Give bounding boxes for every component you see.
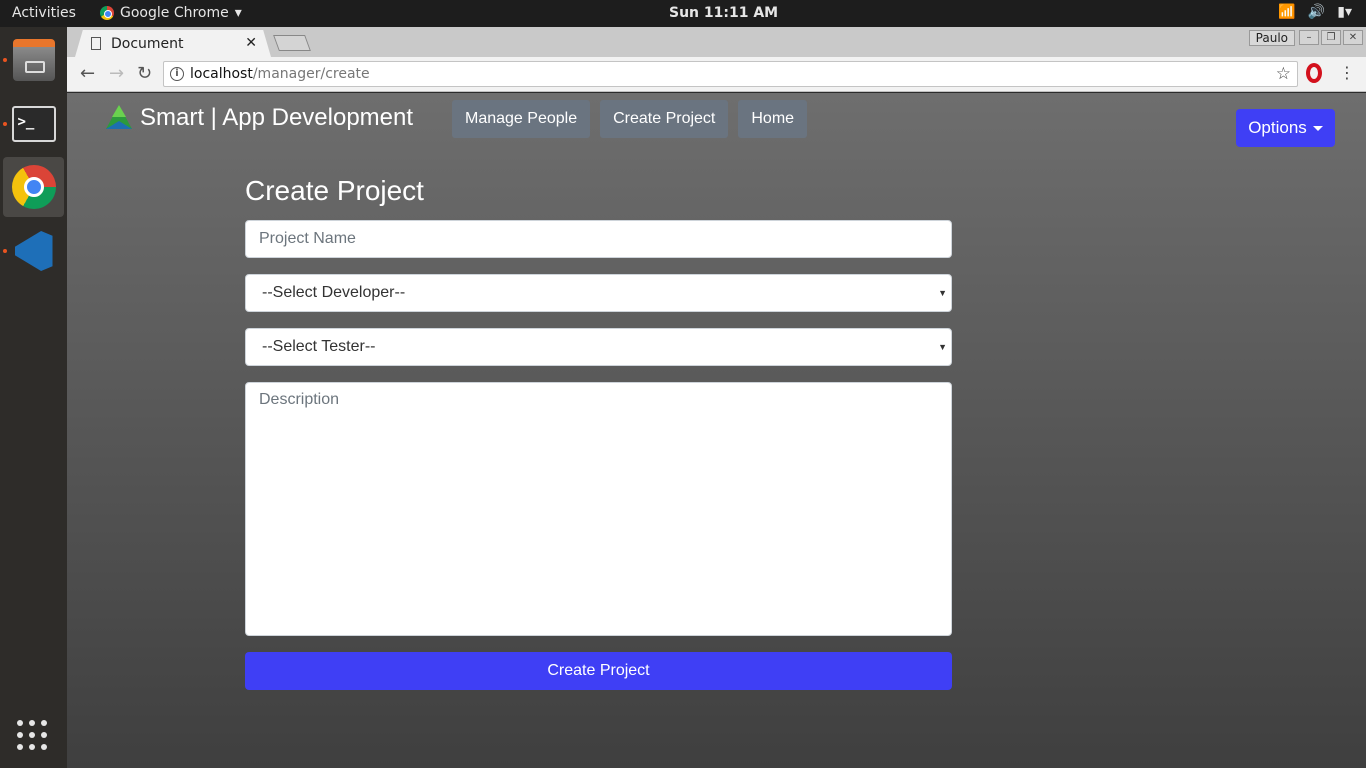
chevron-down-icon: ▾ bbox=[234, 5, 242, 21]
restore-icon[interactable]: ❐ bbox=[1321, 30, 1341, 45]
create-project-button-label: Create Project bbox=[547, 662, 650, 679]
page-icon bbox=[91, 37, 101, 50]
clock[interactable]: Sun 11:11 AM bbox=[669, 5, 778, 21]
tab-title: Document bbox=[111, 35, 184, 52]
nav-create-project[interactable]: Create Project bbox=[600, 100, 729, 138]
developer-select[interactable]: --Select Developer-- ▼ bbox=[245, 274, 952, 312]
address-bar[interactable]: i localhost/manager/create ☆ bbox=[163, 61, 1298, 87]
developer-select-value: --Select Developer-- bbox=[262, 284, 406, 301]
caret-down-icon bbox=[1312, 125, 1323, 131]
system-top-bar: Activities Google Chrome ▾ Sun 11:11 AM … bbox=[0, 0, 1366, 27]
new-tab-button[interactable] bbox=[273, 35, 311, 51]
url-path: /manager/create bbox=[252, 66, 370, 82]
menu-kebab-icon[interactable]: ⋮ bbox=[1339, 63, 1355, 82]
dock-files[interactable] bbox=[3, 30, 64, 90]
battery-icon: ▮▾ bbox=[1337, 4, 1352, 20]
brand-title: Smart | App Development bbox=[140, 104, 414, 131]
reload-icon[interactable]: ↻ bbox=[137, 63, 152, 84]
activities-button[interactable]: Activities bbox=[12, 5, 76, 21]
browser-toolbar: ← → ↻ i localhost/manager/create ☆ ⋮ bbox=[67, 57, 1366, 92]
create-project-form: Create Project Project Name --Select Dev… bbox=[245, 175, 952, 690]
browser-window: Document ✕ Paulo – ❐ ✕ ← → ↻ i localhost… bbox=[67, 27, 1366, 768]
tab-document[interactable]: Document ✕ bbox=[75, 30, 271, 57]
system-tray[interactable]: 📶 🔊 ▮▾ bbox=[1278, 4, 1352, 20]
web-page: Smart | App Development Manage People Cr… bbox=[67, 93, 1366, 768]
forward-icon[interactable]: → bbox=[109, 63, 124, 84]
files-icon bbox=[12, 39, 55, 81]
tester-select[interactable]: --Select Tester-- ▼ bbox=[245, 328, 952, 366]
minimize-icon[interactable]: – bbox=[1299, 30, 1319, 45]
project-name-placeholder: Project Name bbox=[259, 230, 356, 247]
app-menu-label: Google Chrome bbox=[120, 5, 229, 21]
main-nav: Manage People Create Project Home bbox=[452, 100, 808, 138]
select-arrow-icon: ▼ bbox=[938, 342, 947, 352]
app-menu[interactable]: Google Chrome ▾ bbox=[100, 5, 242, 21]
options-label: Options bbox=[1248, 118, 1307, 137]
select-arrow-icon: ▼ bbox=[938, 288, 947, 298]
close-icon[interactable]: ✕ bbox=[245, 35, 257, 51]
wifi-icon: 📶 bbox=[1278, 4, 1296, 20]
navbar-brand[interactable]: Smart | App Development bbox=[104, 103, 413, 133]
dock-vscode[interactable] bbox=[3, 221, 64, 281]
terminal-icon: >_ bbox=[11, 106, 56, 142]
options-dropdown-button[interactable]: Options bbox=[1236, 109, 1335, 147]
volume-icon: 🔊 bbox=[1307, 4, 1326, 20]
info-icon[interactable]: i bbox=[170, 67, 184, 81]
nav-manage-people[interactable]: Manage People bbox=[452, 100, 591, 138]
nav-home[interactable]: Home bbox=[738, 100, 808, 138]
dock-terminal[interactable]: >_ bbox=[3, 94, 64, 154]
create-project-button[interactable]: Create Project bbox=[245, 652, 952, 690]
dock-chrome[interactable] bbox=[3, 157, 64, 217]
url-host: localhost bbox=[190, 66, 253, 82]
opera-extension-icon[interactable] bbox=[1306, 63, 1322, 83]
chrome-icon bbox=[11, 165, 56, 209]
tester-select-value: --Select Tester-- bbox=[262, 338, 376, 355]
description-textarea[interactable]: Description bbox=[245, 382, 952, 636]
bookmark-star-icon[interactable]: ☆ bbox=[1276, 64, 1291, 84]
close-window-icon[interactable]: ✕ bbox=[1343, 30, 1363, 45]
back-icon[interactable]: ← bbox=[80, 63, 95, 84]
tab-strip: Document ✕ Paulo – ❐ ✕ bbox=[67, 27, 1366, 57]
description-placeholder: Description bbox=[259, 391, 340, 408]
project-name-input[interactable]: Project Name bbox=[245, 220, 952, 258]
page-title: Create Project bbox=[245, 175, 424, 206]
vscode-icon bbox=[14, 231, 53, 271]
chrome-icon bbox=[100, 6, 114, 20]
dock: >_ bbox=[0, 27, 67, 768]
brand-logo-icon bbox=[106, 105, 132, 129]
profile-button[interactable]: Paulo bbox=[1248, 30, 1295, 46]
show-apps-icon[interactable] bbox=[17, 720, 47, 750]
